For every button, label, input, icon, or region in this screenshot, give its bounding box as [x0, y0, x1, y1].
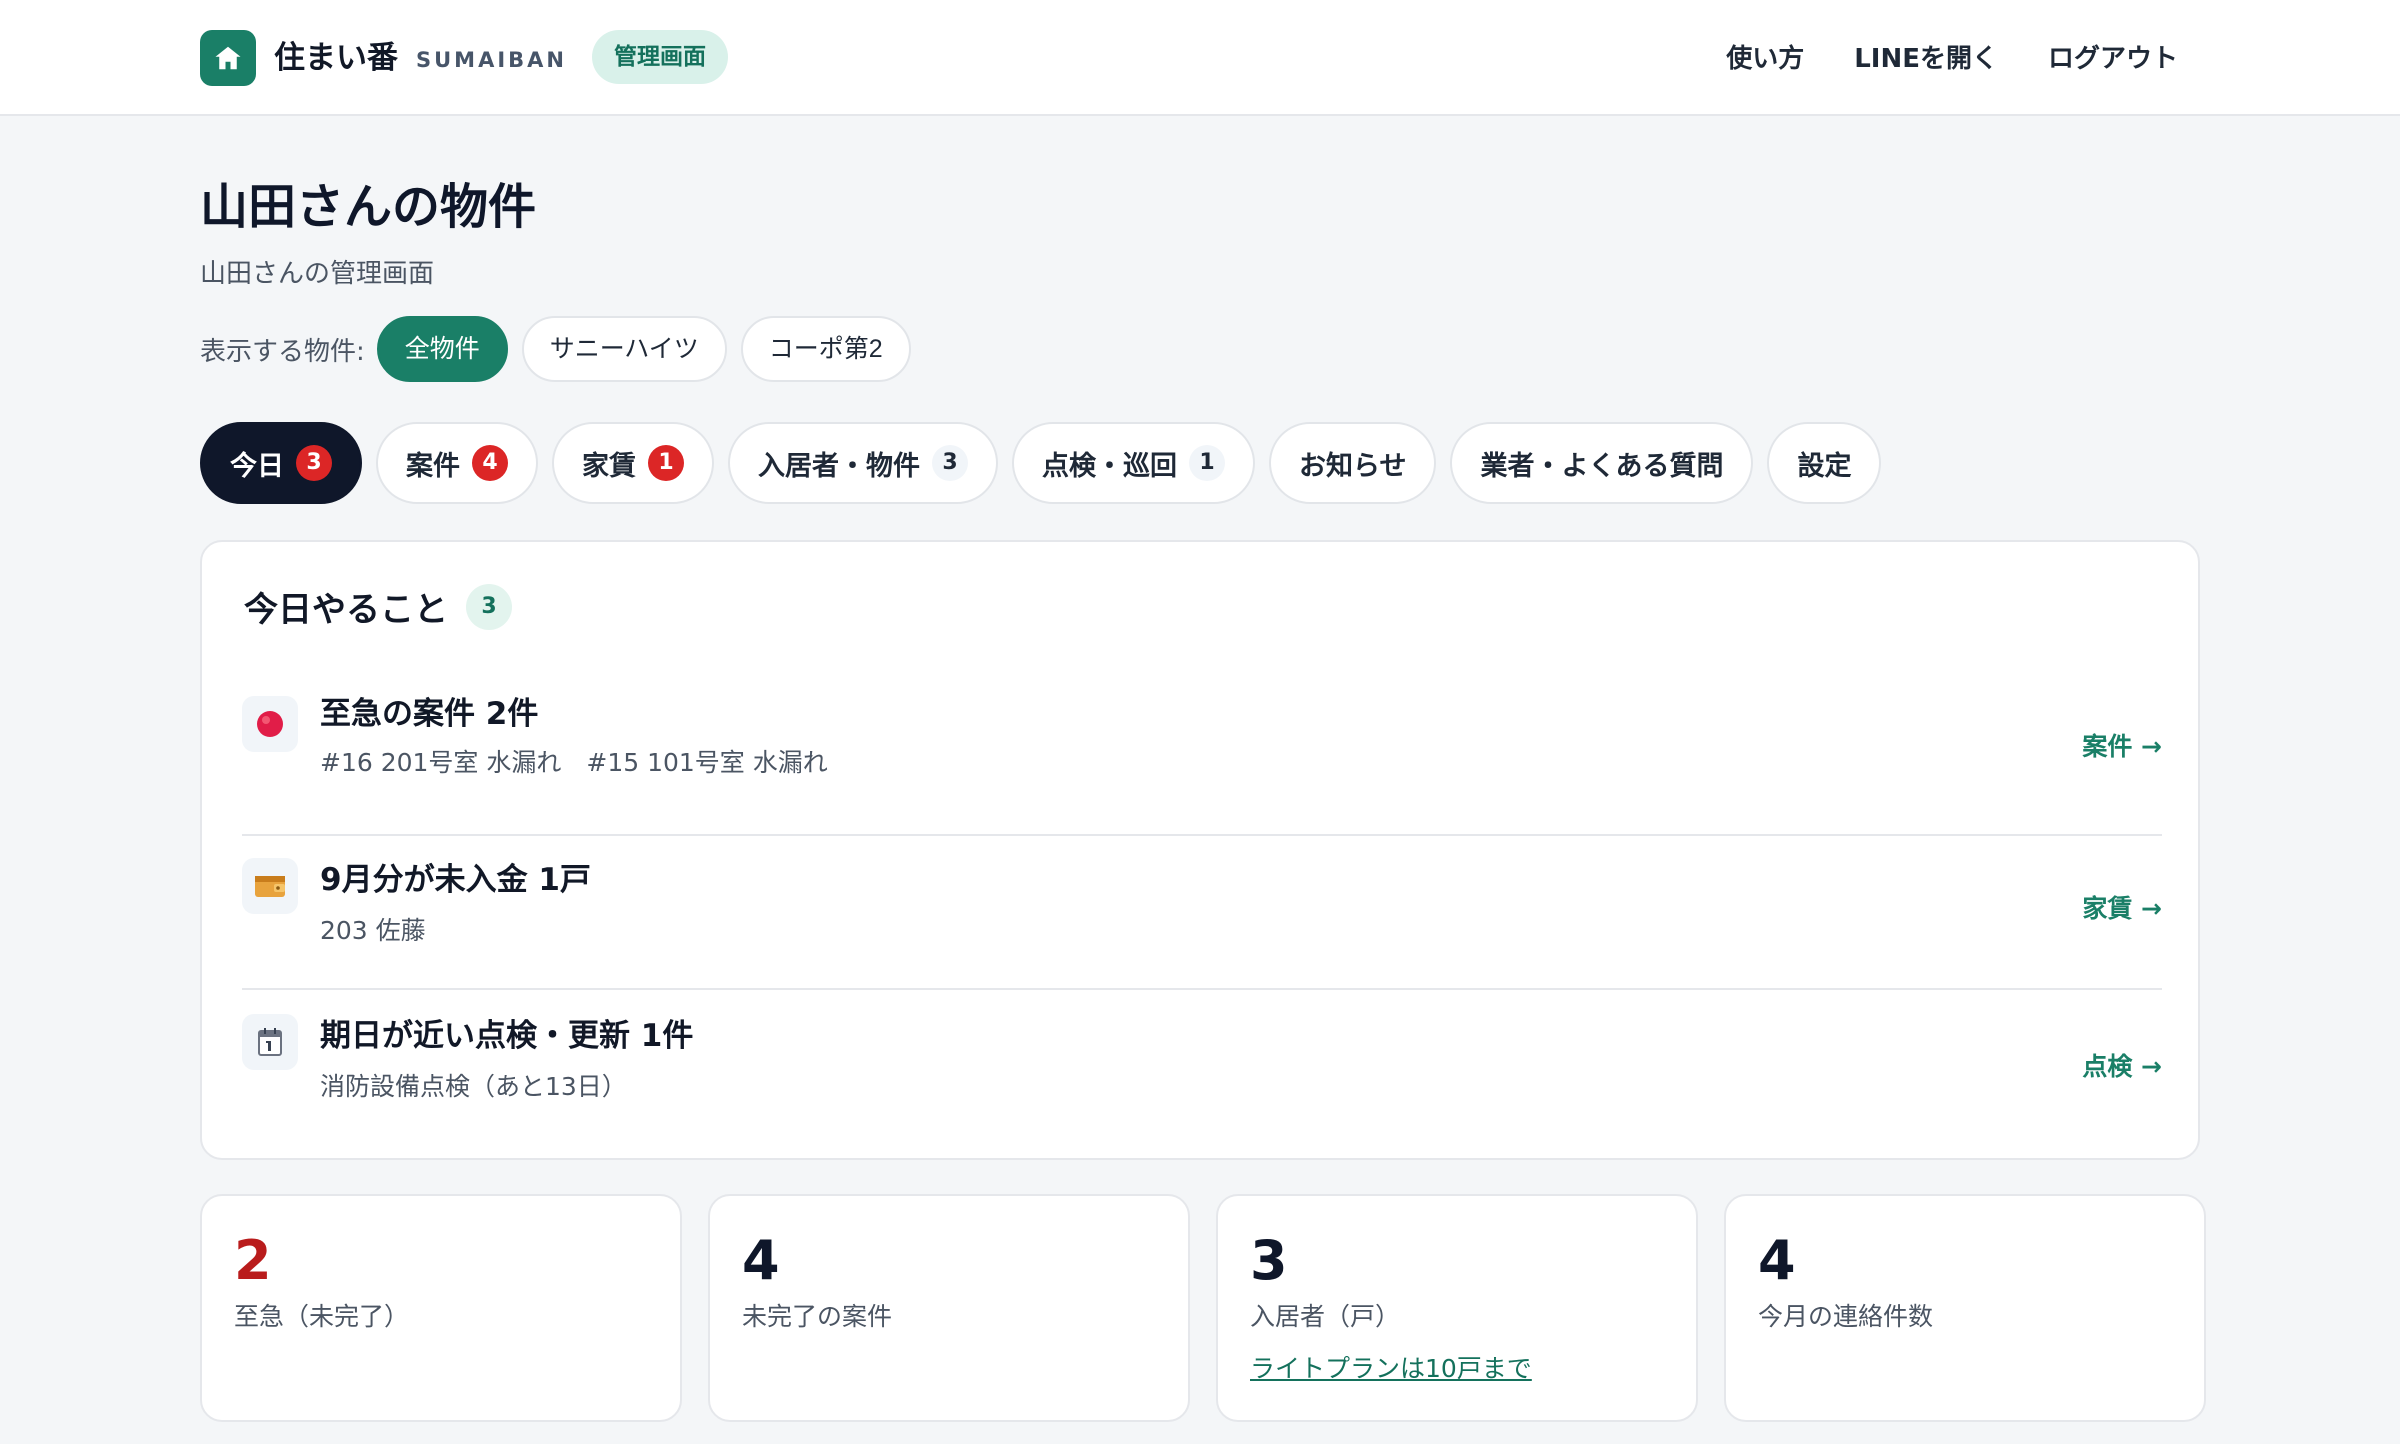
today-card: 今日やること 3 至急の案件 2件 #16 201号室 水漏れ #15 101号… [200, 540, 2200, 1160]
task-title: 期日が近い点検・更新 1件 [320, 1018, 694, 1054]
brand-subtitle: SUMAIBAN [416, 48, 567, 72]
task-detail: #16 201号室 水漏れ #15 101号室 水漏れ [320, 748, 828, 777]
stat-label: 未完了の案件 [742, 1302, 893, 1331]
page-subtitle: 山田さんの管理画面 [200, 259, 435, 289]
wallet-icon [242, 858, 298, 914]
today-card-header: 今日やること 3 [244, 582, 512, 631]
tab-cases[interactable]: 案件 4 [376, 422, 538, 504]
tab-tenants-properties[interactable]: 入居者・物件 3 [728, 422, 998, 504]
task-item-unpaid-rent: 9月分が未入金 1戸 203 佐藤 家賃 → [242, 834, 2162, 990]
home-logo[interactable] [200, 30, 256, 86]
task-detail: 消防設備点検（あと13日） [320, 1072, 627, 1101]
tab-notices[interactable]: お知らせ [1269, 422, 1437, 504]
tab-label: お知らせ [1299, 450, 1407, 482]
task-link-rent[interactable]: 家賃 → [2082, 892, 2162, 926]
filter-chip-sunny-heights[interactable]: サニーハイツ [521, 316, 727, 382]
home-icon [215, 46, 241, 70]
tab-count-badge: 1 [648, 445, 684, 481]
stat-value: 2 [234, 1229, 272, 1292]
stat-card-open-cases: 4 未完了の案件 [708, 1194, 1190, 1422]
page-title: 山田さんの物件 [200, 179, 537, 235]
nav-link-open-line[interactable]: LINEを開く [1854, 38, 1998, 80]
plan-limit-link[interactable]: ライトプランは10戸まで [1250, 1352, 1532, 1386]
task-item-urgent: 至急の案件 2件 #16 201号室 水漏れ #15 101号室 水漏れ 案件 … [242, 680, 2162, 834]
tab-count-badge: 3 [932, 445, 968, 481]
tab-label: 業者・よくある質問 [1480, 450, 1724, 482]
stat-value: 4 [1758, 1229, 1796, 1292]
task-item-inspection: 期日が近い点検・更新 1件 消防設備点検（あと13日） 点検 → [242, 988, 2162, 1138]
stat-label: 今月の連絡件数 [1758, 1302, 1934, 1331]
tab-label: 点検・巡回 [1042, 450, 1177, 482]
today-count-badge: 3 [466, 583, 512, 630]
tab-count-badge: 4 [472, 445, 508, 481]
tab-count-badge: 1 [1189, 445, 1225, 481]
tab-rent[interactable]: 家賃 1 [552, 422, 714, 504]
tab-settings[interactable]: 設定 [1767, 422, 1882, 504]
tab-count-badge: 3 [296, 445, 332, 481]
admin-badge: 管理画面 [592, 30, 728, 84]
nav-link-logout[interactable]: ログアウト [2048, 38, 2178, 80]
tab-label: 今日 [230, 450, 284, 482]
nav-link-howto[interactable]: 使い方 [1726, 38, 1804, 80]
stat-label: 至急（未完了） [234, 1302, 410, 1331]
tab-label: 家賃 [582, 450, 636, 482]
calendar-icon [242, 1014, 298, 1070]
tab-label: 入居者・物件 [758, 450, 920, 482]
task-detail: 203 佐藤 [320, 916, 426, 945]
main-tabs: 今日 3 案件 4 家賃 1 入居者・物件 3 点検・巡回 1 お知らせ 業者・… [200, 422, 1882, 504]
top-nav: 使い方 LINEを開く ログアウト [1726, 38, 2178, 80]
filter-chip-all[interactable]: 全物件 [376, 316, 508, 382]
red-circle-icon [242, 696, 298, 752]
task-title: 至急の案件 2件 [320, 696, 539, 732]
brand-name: 住まい番 [274, 40, 398, 76]
stats-row: 2 至急（未完了） 4 未完了の案件 3 入居者（戸） ライトプランは10戸まで… [200, 1194, 2206, 1422]
task-title: 9月分が未入金 1戸 [320, 862, 591, 898]
stat-value: 4 [742, 1229, 780, 1292]
stat-card-urgent: 2 至急（未完了） [200, 1194, 682, 1422]
task-link-cases[interactable]: 案件 → [2082, 730, 2162, 764]
tab-label: 案件 [406, 450, 460, 482]
filter-chip-corpo-2[interactable]: コーポ第2 [740, 316, 911, 382]
tab-today[interactable]: 今日 3 [200, 422, 362, 504]
property-filter: 表示する物件: 全物件 サニーハイツ コーポ第2 [200, 316, 911, 382]
tab-vendors-faq[interactable]: 業者・よくある質問 [1450, 422, 1754, 504]
task-link-inspections[interactable]: 点検 → [2082, 1050, 2162, 1084]
today-card-title: 今日やること [244, 590, 448, 630]
stat-label: 入居者（戸） [1250, 1302, 1401, 1331]
tab-label: 設定 [1797, 450, 1852, 482]
filter-label: 表示する物件: [200, 336, 365, 367]
stat-card-tenants: 3 入居者（戸） ライトプランは10戸まで [1216, 1194, 1698, 1422]
stat-value: 3 [1250, 1229, 1288, 1292]
stat-card-monthly-contacts: 4 今月の連絡件数 [1724, 1194, 2206, 1422]
tab-inspections[interactable]: 点検・巡回 1 [1012, 422, 1255, 504]
top-bar: 住まい番 SUMAIBAN 管理画面 使い方 LINEを開く ログアウト [0, 0, 2400, 116]
